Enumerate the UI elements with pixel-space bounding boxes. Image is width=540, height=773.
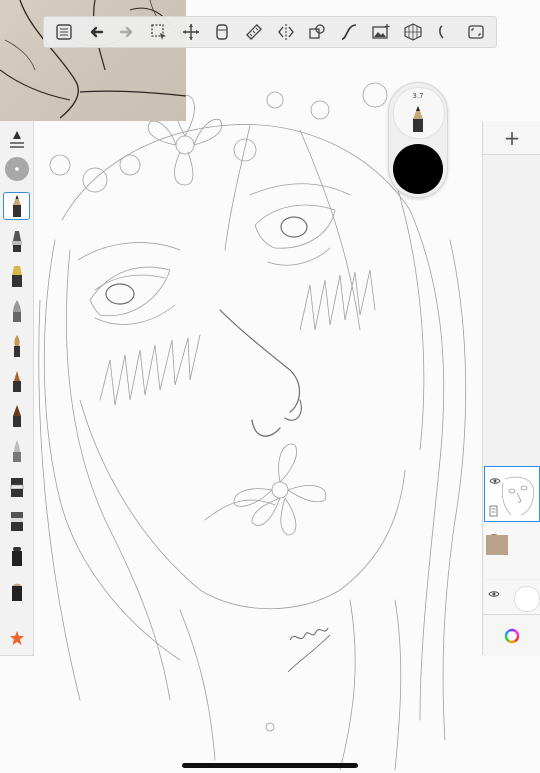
brush-eraser[interactable]	[3, 473, 30, 501]
perspective-grid-icon[interactable]	[399, 18, 427, 46]
selection-icon[interactable]	[145, 18, 173, 46]
brush-ink-pen[interactable]	[3, 262, 30, 290]
insert-image-icon[interactable]	[367, 18, 395, 46]
pencil-icon	[413, 106, 423, 132]
layer-reference-photo[interactable]	[484, 523, 540, 579]
brush-hard-pencil[interactable]	[3, 227, 30, 255]
brush-airbrush[interactable]	[3, 367, 30, 395]
undo-icon[interactable]	[82, 18, 110, 46]
layers-list-icon[interactable]	[50, 18, 78, 46]
toolbar-grabber[interactable]	[262, 6, 278, 21]
brush-toolbar	[0, 121, 34, 656]
layer-sketch[interactable]	[484, 466, 540, 522]
home-indicator[interactable]	[182, 763, 358, 768]
favorites-star-icon[interactable]	[3, 624, 30, 652]
top-toolbar	[43, 16, 497, 48]
layer-lock-icon	[489, 505, 498, 517]
brush-smudge[interactable]	[3, 507, 30, 535]
eye-icon[interactable]	[488, 583, 500, 602]
brush-puck[interactable]: 3.7	[388, 82, 448, 198]
symmetry-icon[interactable]	[272, 18, 300, 46]
shapes-icon[interactable]	[303, 18, 331, 46]
brush-pencil[interactable]	[3, 192, 30, 220]
brush-bucket[interactable]	[3, 577, 30, 605]
layer-thumbnail	[486, 535, 508, 555]
brush-chisel[interactable]	[3, 402, 30, 430]
color-wheel-icon[interactable]	[483, 614, 540, 656]
brush-fill[interactable]	[3, 542, 30, 570]
brush-felt-pen[interactable]	[3, 437, 30, 465]
stroke-curve-icon[interactable]	[335, 18, 363, 46]
add-layer-button[interactable]: +	[483, 121, 540, 155]
brush-size-value: 3.7	[412, 92, 424, 100]
fullscreen-icon[interactable]	[462, 18, 490, 46]
ruler-icon[interactable]	[240, 18, 268, 46]
brush-paintbrush[interactable]	[3, 332, 30, 360]
background-color-swatch[interactable]	[514, 586, 540, 612]
layers-panel: +	[482, 121, 540, 656]
transform-icon[interactable]	[177, 18, 205, 46]
brush-size-preview[interactable]	[3, 155, 30, 183]
layer-stack-icon[interactable]	[208, 18, 236, 46]
redo-icon[interactable]	[113, 18, 141, 46]
brush-settings-icon[interactable]	[3, 125, 30, 153]
color-swatch[interactable]	[393, 144, 443, 194]
layer-thumbnail	[501, 476, 534, 516]
brush-marker[interactable]	[3, 297, 30, 325]
french-curve-icon[interactable]	[430, 18, 458, 46]
